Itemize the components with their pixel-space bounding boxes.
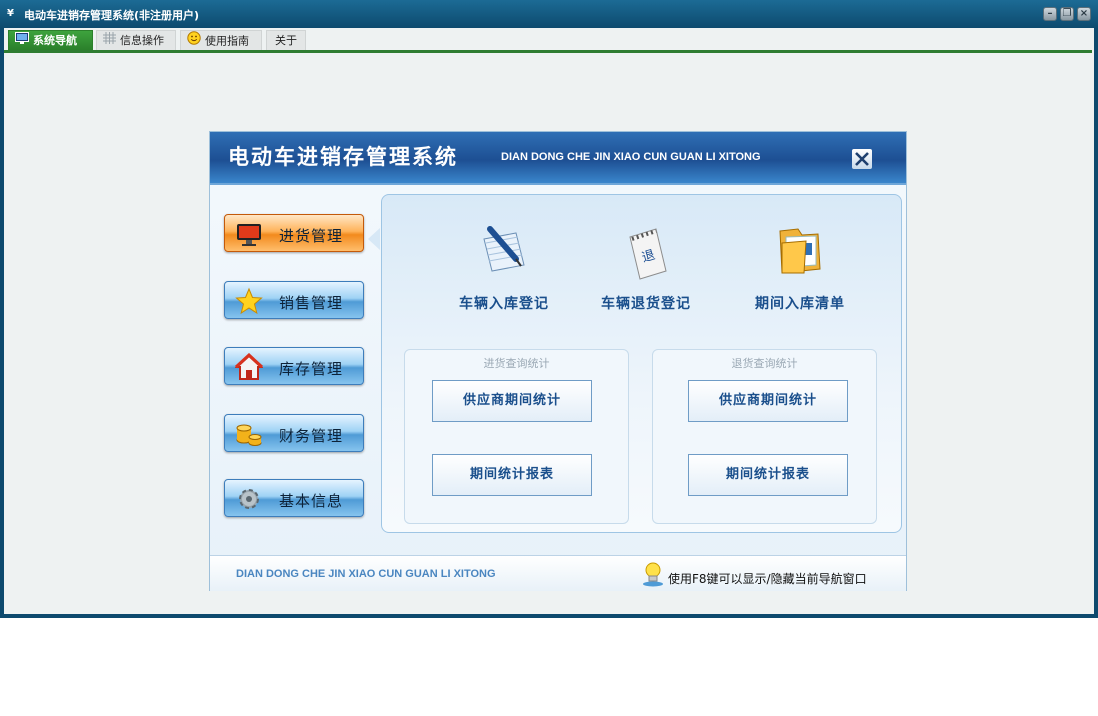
smiley-icon	[187, 31, 201, 52]
calendar-icon: 退	[629, 228, 667, 280]
nav-label: 销售管理	[279, 294, 344, 312]
nav-inventory-management[interactable]: 库存管理	[224, 347, 364, 385]
footer-pinyin: DIAN DONG CHE JIN XIAO CUN GUAN LI XITON…	[236, 568, 496, 580]
nav-sales-management[interactable]: 销售管理	[224, 281, 364, 319]
active-nav-pointer	[368, 228, 380, 250]
dialog-close-button[interactable]	[852, 149, 872, 169]
minimize-button[interactable]: –	[1043, 7, 1057, 21]
title-bar: ¥ 电动车进销存管理系统(非注册用户) – ❐ ×	[0, 0, 1098, 28]
nav-purchase-management[interactable]: 进货管理	[224, 214, 364, 252]
group-purchase-query: 进货查询统计 供应商期间统计 期间统计报表	[404, 349, 629, 524]
monitor-icon	[15, 31, 29, 51]
footer-hint: 使用F8键可以显示/隐藏当前导航窗口	[668, 572, 867, 586]
tab-label: 关于	[275, 34, 297, 47]
feature-period-inbound-list[interactable]: 期间入库清单	[730, 221, 870, 313]
tab-about[interactable]: 关于	[266, 30, 306, 50]
tab-info-ops[interactable]: 信息操作	[96, 30, 176, 50]
pen-notebook-icon	[483, 226, 525, 272]
tab-label: 信息操作	[120, 34, 164, 47]
tab-user-guide[interactable]: 使用指南	[180, 30, 262, 50]
close-button[interactable]: ×	[1077, 7, 1091, 21]
tab-label: 使用指南	[205, 34, 249, 48]
nav-finance-management[interactable]: 财务管理	[224, 414, 364, 452]
period-stats-report-button[interactable]: 期间统计报表	[432, 454, 592, 496]
coins-icon	[236, 424, 262, 446]
return-supplier-period-stats-button[interactable]: 供应商期间统计	[688, 380, 848, 422]
dialog-header: 电动车进销存管理系统 DIAN DONG CHE JIN XIAO CUN GU…	[210, 132, 906, 183]
return-period-stats-report-button[interactable]: 期间统计报表	[688, 454, 848, 496]
folder-icon	[779, 228, 821, 274]
app-icon: ¥	[7, 8, 14, 19]
tab-system-nav[interactable]: 系统导航	[8, 30, 93, 50]
nav-label: 财务管理	[279, 427, 344, 445]
nav-label: 库存管理	[279, 360, 344, 378]
dialog-title-pinyin: DIAN DONG CHE JIN XIAO CUN GUAN LI XITON…	[501, 151, 761, 163]
dialog-title: 电动车进销存管理系统	[228, 145, 458, 169]
tab-bar: 系统导航 信息操作 使用指南 关于	[4, 28, 1094, 53]
restore-button[interactable]: ❐	[1060, 7, 1074, 21]
navigation-dialog: 电动车进销存管理系统 DIAN DONG CHE JIN XIAO CUN GU…	[209, 131, 907, 591]
feature-vehicle-inbound[interactable]: 车辆入库登记	[434, 221, 574, 313]
gear-icon	[239, 489, 259, 509]
header-separator	[210, 183, 906, 185]
group-title: 退货查询统计	[731, 357, 798, 370]
feature-label: 期间入库清单	[755, 296, 845, 312]
lightbulb-icon	[643, 562, 663, 587]
close-icon	[855, 152, 869, 166]
group-title: 进货查询统计	[483, 357, 550, 370]
star-icon	[235, 287, 263, 315]
window-title: 电动车进销存管理系统(非注册用户)	[24, 9, 200, 22]
dialog-footer: DIAN DONG CHE JIN XIAO CUN GUAN LI XITON…	[210, 555, 906, 591]
nav-basic-info[interactable]: 基本信息	[224, 479, 364, 517]
feature-vehicle-return[interactable]: 退 车辆退货登记	[576, 221, 716, 313]
group-return-query: 退货查询统计 供应商期间统计 期间统计报表	[652, 349, 877, 524]
supplier-period-stats-button[interactable]: 供应商期间统计	[432, 380, 592, 422]
feature-label: 车辆入库登记	[459, 296, 549, 312]
feature-label: 车辆退货登记	[601, 296, 691, 312]
house-icon	[235, 353, 263, 380]
grid-icon	[103, 31, 116, 51]
nav-label: 进货管理	[279, 227, 344, 245]
nav-label: 基本信息	[279, 492, 344, 510]
content-panel: 车辆入库登记 退 车辆退货登记 期间入库清单 进货查询统计 供应商期间统计 期间…	[381, 194, 902, 533]
monitor-icon	[237, 224, 261, 246]
tab-underline	[4, 50, 1092, 53]
tab-label: 系统导航	[33, 34, 77, 47]
